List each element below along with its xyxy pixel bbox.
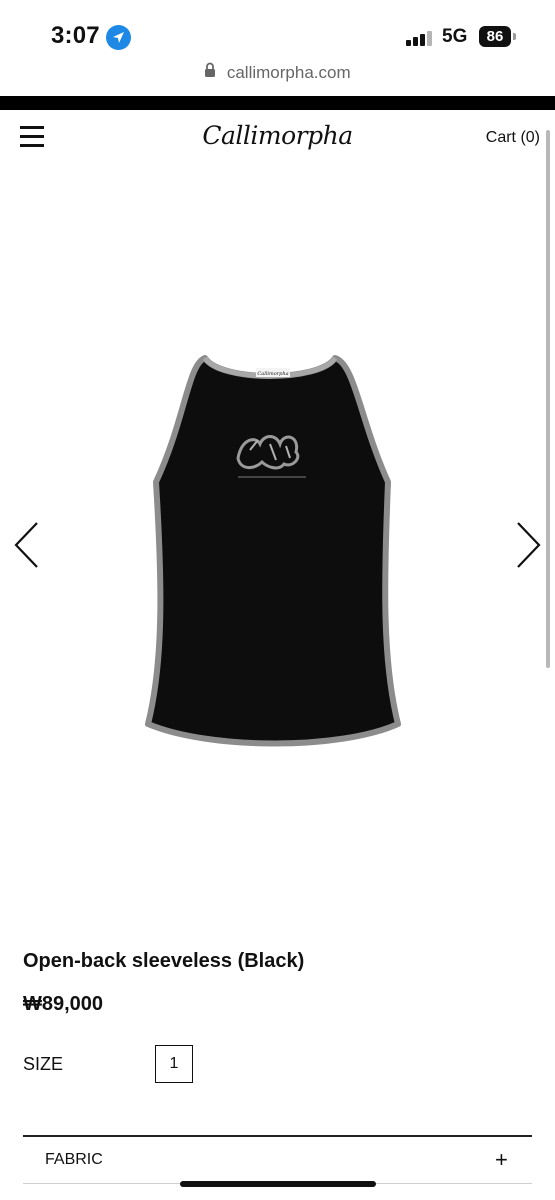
scroll-indicator[interactable]	[546, 130, 550, 668]
network-type: 5G	[442, 26, 468, 47]
product-price: ₩89,000	[23, 993, 104, 1015]
battery-icon: 86	[479, 26, 517, 47]
size-option-1[interactable]: 1	[155, 1045, 193, 1083]
home-indicator[interactable]	[180, 1181, 376, 1187]
address-bar[interactable]: callimorpha.com	[0, 62, 555, 94]
cellular-signal-icon	[406, 30, 434, 46]
previous-image-arrow-icon[interactable]	[12, 520, 42, 570]
fabric-accordion-label[interactable]: FABRIC	[45, 1151, 103, 1169]
product-image: Callimorpha	[130, 340, 420, 760]
lock-icon	[204, 62, 216, 83]
product-title: Open-back sleeveless (Black)	[23, 950, 305, 972]
expand-plus-icon[interactable]: +	[495, 1147, 508, 1173]
clock: 3:07	[51, 22, 100, 49]
accordion-divider	[23, 1135, 532, 1137]
cart-link[interactable]: Cart (0)	[486, 129, 540, 147]
brand-logo[interactable]: Callimorpha	[0, 121, 555, 150]
header-divider	[0, 96, 555, 110]
battery-level: 86	[479, 26, 511, 47]
location-arrow-icon	[106, 25, 131, 50]
url-text[interactable]: callimorpha.com	[227, 63, 351, 83]
garment-label: Callimorpha	[257, 371, 288, 377]
next-image-arrow-icon[interactable]	[513, 520, 543, 570]
status-bar: 3:07 5G 86	[0, 0, 555, 62]
size-label: SIZE	[23, 1054, 64, 1074]
